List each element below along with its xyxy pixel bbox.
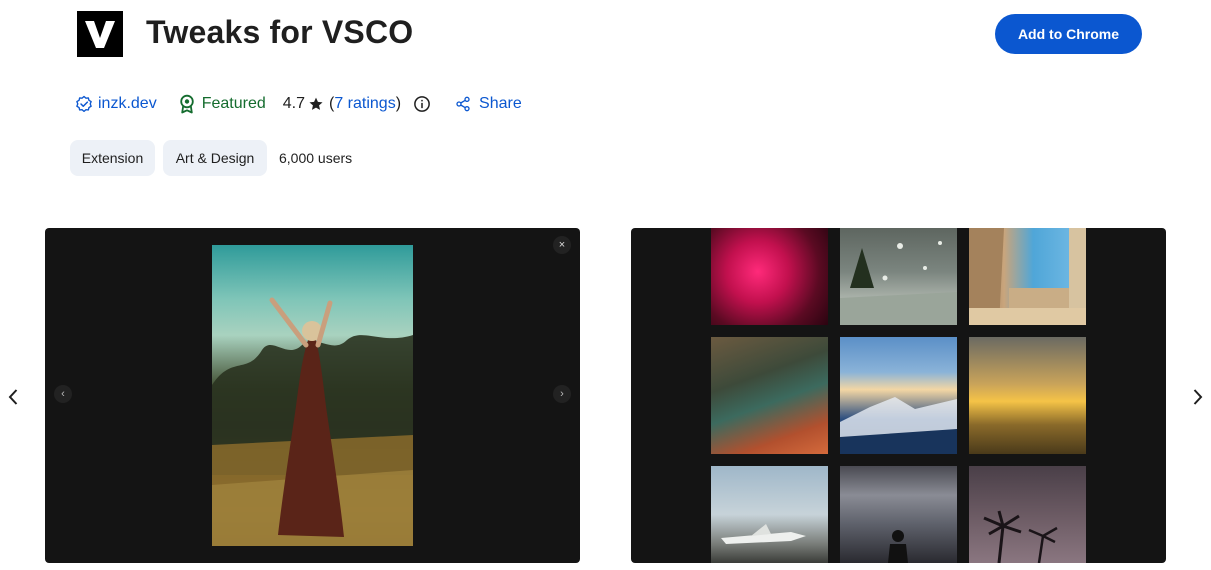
gallery-thumb-water-silhouette [840,466,957,563]
vsco-v-logo-icon [85,21,115,48]
featured-award-icon [180,94,194,114]
rating-info-button[interactable] [413,95,431,113]
star-icon [309,97,323,110]
slide-inner-next-button[interactable]: › [553,385,571,403]
share-icon [456,96,470,112]
slide-inner-prev-button[interactable]: ‹ [54,385,72,403]
info-icon [414,96,430,112]
share-label: Share [479,95,522,112]
screenshot-slide-2[interactable] [631,228,1166,563]
gallery-thumb-snowy-trees [840,228,957,325]
gallery-thumb-mountain-clouds [840,337,957,454]
balcony-image [969,228,1086,325]
category-chip-art-design[interactable]: Art & Design [163,140,267,176]
palm-tree-image [983,510,1058,563]
rating-value: 4.7 [282,95,305,112]
gallery-thumb-balcony-sea [969,228,1086,325]
type-chip-extension[interactable]: Extension [70,140,155,176]
gallery-thumb-canyon-river [711,337,828,454]
screenshot-slide-1[interactable]: × ‹ › [45,228,580,563]
ratings-close-paren: ) [395,95,402,112]
share-button[interactable]: Share [455,95,522,113]
verified-badge-icon [76,95,92,113]
developer-name[interactable]: inzk.dev [98,95,157,113]
slide-close-button[interactable]: × [553,236,571,254]
gallery-thumb-private-jet [711,466,828,563]
mountain-image [840,397,957,454]
extension-title: Tweaks for VSCO [146,14,414,50]
gallery-thumb-palm-night [969,466,1086,563]
featured-label: Featured [201,95,266,112]
gallery-thumb-pink-light [711,228,828,325]
inner-chevron-right-icon: › [560,388,564,400]
inner-chevron-left-icon: ‹ [61,388,65,400]
snowy-tree-image [840,241,957,325]
chevron-right-icon [1193,389,1203,405]
carousel-next-button[interactable] [1188,386,1208,408]
chevron-left-icon [8,389,18,405]
water-silhouette-image [888,530,908,563]
woman-in-field-image [212,297,413,546]
add-to-chrome-button[interactable]: Add to Chrome [995,14,1142,54]
jet-image [721,524,806,544]
user-count: 6,000 users [279,150,353,166]
rating-summary: 4.7 ( 7 ratings ) [283,95,401,113]
featured-badge[interactable]: Featured [178,94,266,114]
screenshot-photo-woman-in-field [212,245,413,546]
extension-logo [77,11,123,57]
carousel-prev-button[interactable] [3,386,23,408]
developer-link[interactable]: inzk.dev [75,95,157,113]
meta-row: inzk.dev Featured 4.7 ( 7 ratings ) Shar… [75,92,522,116]
close-icon: × [558,239,566,251]
ratings-count-link[interactable]: 7 ratings [334,95,395,113]
gallery-thumb-sunset-field [969,337,1086,454]
